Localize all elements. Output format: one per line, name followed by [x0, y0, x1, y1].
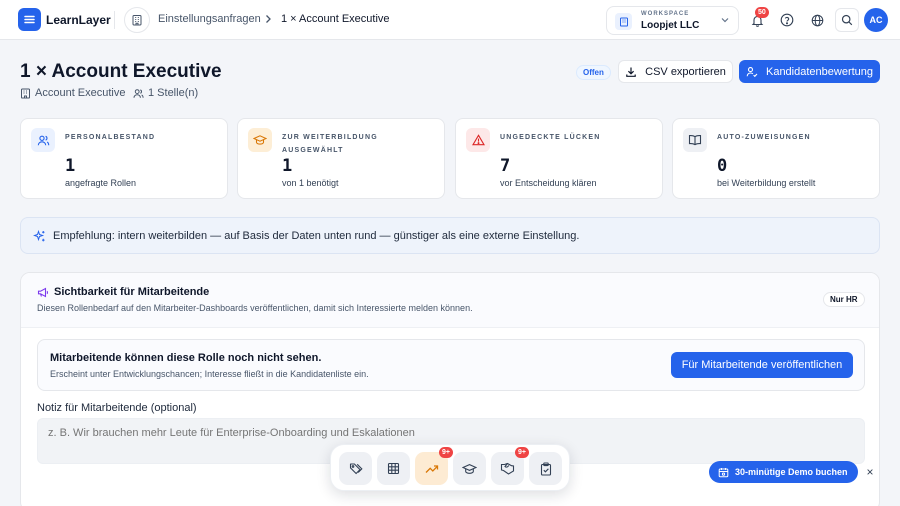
- stat-card-auto-assignments: AUTO-ZUWEISUNGEN 0 bei Weiterbildung ers…: [672, 118, 880, 199]
- recommendation-banner: Empfehlung: intern weiterbilden — auf Ba…: [20, 217, 880, 254]
- stat-value: 7: [500, 156, 511, 176]
- notice-title: Mitarbeitende können diese Rolle noch ni…: [50, 352, 322, 364]
- stat-description: angefragte Rollen: [65, 178, 137, 188]
- clipboard-check-icon: [540, 461, 551, 476]
- recommendation-text: Empfehlung: intern weiterbilden — auf Ba…: [53, 230, 580, 242]
- note-label: Notiz für Mitarbeitende (optional): [37, 402, 197, 414]
- status-badge: Offen: [576, 65, 611, 80]
- stat-label: UNGEDECKTE LÜCKEN: [500, 134, 601, 141]
- stat-value: 1: [282, 156, 293, 176]
- role-name: Account Executive: [35, 87, 126, 99]
- visibility-panel-header: Sichtbarkeit für Mitarbeitende Diesen Ro…: [21, 273, 879, 328]
- stat-label: PERSONALBESTAND: [65, 134, 156, 141]
- megaphone-icon: [37, 287, 49, 298]
- dock-table-button[interactable]: [377, 452, 410, 485]
- calendar-icon: [718, 467, 729, 477]
- trending-up-icon: [425, 464, 438, 473]
- notice-subtitle: Erscheint unter Entwicklungschancen; Int…: [50, 369, 369, 379]
- sparkles-icon: [33, 230, 46, 243]
- app-name: LearnLayer: [46, 13, 111, 27]
- page-title: 1 × Account Executive: [20, 61, 222, 82]
- workspace-switcher[interactable]: WORKSPACE Loopjet LLC: [606, 6, 739, 35]
- notification-badge: 50: [755, 7, 769, 18]
- stat-label: AUTO-ZUWEISUNGEN: [717, 134, 811, 141]
- search-icon: [841, 14, 853, 26]
- book-icon: [683, 128, 707, 152]
- stat-value: 1: [65, 156, 76, 176]
- dock-badge: 9+: [439, 447, 453, 458]
- dock-trending-button[interactable]: 9+: [415, 447, 453, 485]
- stat-description: bei Weiterbildung erstellt: [717, 178, 816, 188]
- visibility-subtitle: Diesen Rollenbedarf auf den Mitarbeiter-…: [37, 303, 473, 313]
- warning-icon: [466, 128, 490, 152]
- dock-handshake-button[interactable]: 9+: [491, 447, 529, 485]
- stat-label: ZUR WEITERBILDUNG AUSGEWÄHLT: [282, 134, 378, 154]
- stat-description: von 1 benötigt: [282, 178, 339, 188]
- table-icon: [387, 462, 400, 475]
- stat-card-headcount: PERSONALBESTAND 1 angefragte Rollen: [20, 118, 228, 199]
- close-icon[interactable]: ×: [862, 464, 878, 480]
- visibility-notice: Mitarbeitende können diese Rolle noch ni…: [37, 339, 865, 391]
- chevron-right-icon: [264, 14, 272, 24]
- role-meta: Account Executive: [20, 87, 126, 99]
- candidate-evaluation-button[interactable]: Kandidatenbewertung: [739, 60, 880, 83]
- dock-learning-button[interactable]: [453, 452, 486, 485]
- divider: [114, 11, 115, 29]
- stat-card-gaps: UNGEDECKTE LÜCKEN 7 vor Entscheidung klä…: [455, 118, 663, 199]
- stat-description: vor Entscheidung klären: [500, 178, 597, 188]
- user-check-icon: [746, 66, 758, 77]
- users-icon: [31, 128, 55, 152]
- avatar[interactable]: AC: [864, 8, 888, 32]
- breadcrumb-current: 1 × Account Executive: [281, 13, 390, 25]
- stat-card-upskilling: ZUR WEITERBILDUNG AUSGEWÄHLT 1 von 1 ben…: [237, 118, 445, 199]
- tags-icon: [349, 462, 363, 474]
- breadcrumb-section[interactable]: Einstellungsanfragen: [158, 13, 261, 25]
- csv-export-button[interactable]: CSV exportieren: [618, 60, 733, 83]
- handshake-icon: [500, 462, 515, 475]
- top-bar: LearnLayer Einstellungsanfragen 1 × Acco…: [0, 0, 900, 40]
- building-icon: [615, 13, 632, 30]
- csv-export-label: CSV exportieren: [645, 65, 726, 78]
- candidate-evaluation-label: Kandidatenbewertung: [765, 65, 874, 78]
- help-icon[interactable]: [776, 9, 798, 31]
- graduation-cap-icon: [248, 128, 272, 152]
- bottom-dock: 9+ 9+: [330, 444, 570, 491]
- stat-value: 0: [717, 156, 728, 176]
- workspace-label: WORKSPACE: [641, 11, 690, 17]
- hr-only-badge: Nur HR: [823, 292, 865, 307]
- book-demo-label: 30-minütige Demo buchen: [735, 467, 848, 477]
- dock-tasks-button[interactable]: [529, 452, 562, 485]
- graduation-cap-icon: [462, 463, 477, 474]
- positions-count: 1 Stelle(n): [148, 87, 199, 99]
- building-icon: [21, 88, 30, 98]
- search-button[interactable]: [835, 8, 859, 32]
- download-icon: [626, 67, 636, 77]
- building-icon[interactable]: [124, 7, 150, 33]
- publish-button[interactable]: Für Mitarbeitende veröffentlichen: [671, 352, 853, 378]
- globe-icon[interactable]: [806, 9, 828, 31]
- positions-meta: 1 Stelle(n): [133, 87, 198, 99]
- dock-tags-button[interactable]: [339, 452, 372, 485]
- dock-badge: 9+: [515, 447, 529, 458]
- users-icon: [133, 88, 144, 98]
- workspace-name: Loopjet LLC: [641, 20, 700, 31]
- book-demo-button[interactable]: 30-minütige Demo buchen: [709, 461, 858, 483]
- menu-icon[interactable]: [18, 8, 41, 31]
- chevron-down-icon: [721, 17, 729, 23]
- visibility-title: Sichtbarkeit für Mitarbeitende: [54, 286, 210, 298]
